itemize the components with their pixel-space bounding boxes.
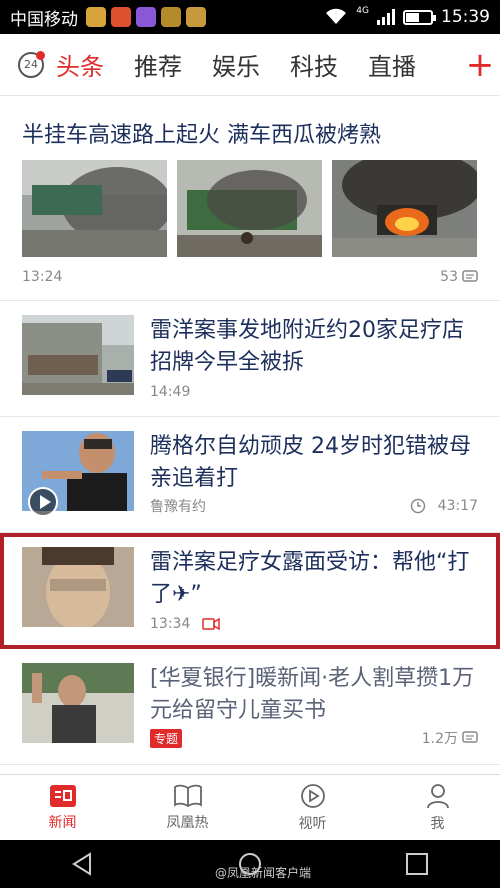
tab-recommended[interactable]: 推荐 <box>132 41 184 88</box>
article-hxb-warm-news[interactable]: [华夏银行]暖新闻·老人割草攒1万元给留守儿童买书 专题 1.2万 <box>0 649 500 765</box>
tab-entertainment[interactable]: 娱乐 <box>210 41 262 88</box>
article-title: 雷洋案足疗女露面受访：帮他“打了✈” <box>150 550 470 607</box>
truck-fire-image-1 <box>22 160 167 257</box>
user-icon <box>426 783 449 808</box>
weather-icon[interactable]: 24 <box>18 50 45 78</box>
article-time: 14:49 <box>150 384 191 400</box>
video-camera-icon <box>202 618 221 630</box>
article-meta: 13:34 <box>150 616 478 632</box>
comment-count: 53 <box>440 269 478 285</box>
topic-tag: 专题 <box>150 728 183 748</box>
tab-live[interactable]: 直播 <box>366 41 418 88</box>
article-thumbnails <box>22 160 478 257</box>
nav-phoenix-hot[interactable]: 凤凰热 <box>125 775 250 840</box>
comment-icon <box>462 731 478 743</box>
article-title: 半挂车高速路上起火 满车西瓜被烤熟 <box>22 123 381 148</box>
article-meta: 鲁豫有约 43:17 <box>150 496 478 516</box>
article-title: 腾格尔自幼顽皮 24岁时犯错被母亲追着打 <box>150 434 471 491</box>
nav-news[interactable]: 新闻 <box>0 775 125 840</box>
book-icon <box>173 784 202 807</box>
article-tengger-video[interactable]: 腾格尔自幼顽皮 24岁时犯错被母亲追着打 鲁豫有约 43:17 <box>0 417 500 533</box>
view-count: 1.2万 <box>422 728 478 748</box>
add-channel-button[interactable]: + <box>460 48 500 82</box>
channel-bar: 24 头条 推荐 娱乐 科技 直播 + <box>0 34 500 96</box>
duration-group: 43:17 <box>410 498 478 514</box>
news-feed: 半挂车高速路上起火 满车西瓜被烤熟 13:24 53 雷洋案事发地附近约20家足… <box>0 96 500 765</box>
view-count-value: 1.2万 <box>421 731 458 747</box>
network-type: 4G <box>356 6 369 16</box>
battery-icon <box>403 9 436 25</box>
wifi-icon <box>326 8 347 24</box>
blurred-face-image <box>22 547 134 627</box>
article-meta: 13:24 53 <box>22 269 478 285</box>
article-foot-spa-interview[interactable]: 雷洋案足疗女露面受访：帮他“打了✈” 13:34 <box>0 533 500 649</box>
signal-icon <box>377 9 395 25</box>
app-icon-4 <box>161 7 181 27</box>
news-icon <box>49 784 76 807</box>
nav-me[interactable]: 我 <box>375 775 500 840</box>
comment-count-value: 53 <box>440 269 458 285</box>
time-group: 13:34 <box>150 616 221 632</box>
article-fire-truck[interactable]: 半挂车高速路上起火 满车西瓜被烤熟 13:24 53 <box>0 96 500 301</box>
comment-icon <box>462 270 478 282</box>
article-meta: 14:49 <box>150 384 478 400</box>
status-time: 15:39 <box>441 7 490 27</box>
app-icon-3 <box>136 7 156 27</box>
video-duration: 43:17 <box>437 498 478 514</box>
status-bar: 中国移动 4G 15:39 <box>0 0 500 34</box>
nav-video[interactable]: 视听 <box>250 775 375 840</box>
weather-temp: 24 <box>24 58 38 71</box>
app-icon-2 <box>111 7 131 27</box>
play-circle-icon <box>300 783 325 808</box>
app-icon-5 <box>186 7 206 27</box>
nav-me-label: 我 <box>430 815 445 832</box>
truck-fire-image-2 <box>177 160 322 257</box>
channel-tabs: 头条 推荐 娱乐 科技 直播 <box>54 41 460 88</box>
article-time: 13:34 <box>150 616 191 632</box>
back-icon[interactable] <box>70 851 96 877</box>
truck-fire-image-3 <box>332 160 477 257</box>
article-title: [华夏银行]暖新闻·老人割草攒1万元给留守儿童买书 <box>150 666 475 723</box>
nav-phoenix-hot-label: 凤凰热 <box>166 814 209 831</box>
watermark: @凤凰新闻客户端 <box>215 866 312 880</box>
carrier-label: 中国移动 <box>10 9 78 30</box>
tab-headlines[interactable]: 头条 <box>54 41 106 88</box>
nav-video-label: 视听 <box>298 815 327 832</box>
nav-news-label: 新闻 <box>48 814 77 831</box>
street-image <box>22 315 134 395</box>
recent-apps-icon[interactable] <box>404 851 430 877</box>
article-source: 鲁豫有约 <box>150 499 206 515</box>
elderly-man-image <box>22 663 134 743</box>
article-time: 13:24 <box>22 269 63 285</box>
article-meta: 专题 1.2万 <box>150 728 478 748</box>
bottom-nav: 新闻 凤凰热 视听 我 <box>0 774 500 840</box>
tab-tech[interactable]: 科技 <box>288 41 340 88</box>
article-foot-spa-signs[interactable]: 雷洋案事发地附近约20家足疗店招牌今早全被拆 14:49 <box>0 301 500 417</box>
play-icon[interactable] <box>28 487 58 517</box>
clock-icon <box>410 498 425 514</box>
notification-icons <box>86 7 206 27</box>
notification-dot <box>36 50 45 60</box>
app-icon-1 <box>86 7 106 27</box>
article-title: 雷洋案事发地附近约20家足疗店招牌今早全被拆 <box>150 318 464 375</box>
